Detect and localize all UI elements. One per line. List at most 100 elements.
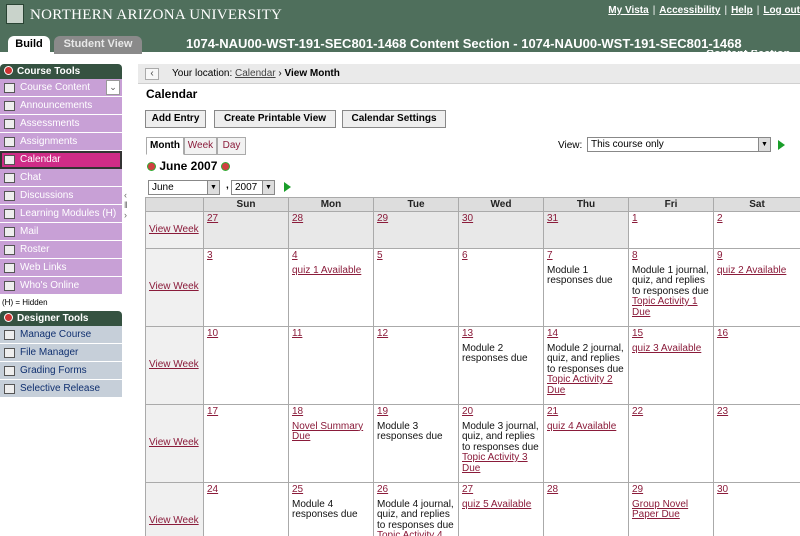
- view-week-link[interactable]: View Week: [149, 437, 199, 449]
- breadcrumb-calendar-link[interactable]: Calendar: [235, 68, 276, 79]
- year-select-value: 2007: [235, 182, 258, 193]
- day-number-link[interactable]: 16: [717, 328, 797, 340]
- calendar-day-cell: 13 Module 2 responses due: [458, 326, 544, 405]
- day-number-link[interactable]: 10: [207, 328, 285, 340]
- view-week-link[interactable]: View Week: [149, 515, 199, 527]
- calendar-event-link[interactable]: quiz 4 Available: [547, 421, 625, 433]
- day-number-link[interactable]: 27: [207, 213, 285, 225]
- my-vista-link[interactable]: My Vista: [608, 5, 648, 16]
- day-number-link[interactable]: 26: [377, 484, 455, 496]
- sidebar-item-web-links[interactable]: Web Links: [0, 259, 122, 277]
- sidebar-item-announcements[interactable]: Announcements: [0, 97, 122, 115]
- day-number-link[interactable]: 22: [632, 406, 710, 418]
- day-number-link[interactable]: 12: [377, 328, 455, 340]
- calendar-event-link[interactable]: quiz 5 Available: [462, 499, 540, 511]
- add-entry-button[interactable]: Add Entry: [145, 110, 206, 128]
- view-week-link[interactable]: View Week: [149, 281, 199, 293]
- view-filter-select[interactable]: This course only ▼: [587, 137, 771, 152]
- calendar-event-link[interactable]: Topic Activity 4: [377, 530, 455, 536]
- day-number-link[interactable]: 29: [632, 484, 710, 496]
- day-number-link[interactable]: 1: [632, 213, 710, 225]
- day-number-link[interactable]: 5: [377, 250, 455, 262]
- month-select[interactable]: June ▼: [148, 180, 220, 195]
- day-number-link[interactable]: 7: [547, 250, 625, 262]
- calendar-event-link[interactable]: Novel Summary Due: [292, 421, 370, 443]
- calendar-day-cell: 23: [713, 404, 800, 483]
- designer-tools-header[interactable]: Designer Tools: [0, 311, 122, 326]
- sidebar-item-assignments[interactable]: Assignments: [0, 133, 122, 151]
- sidebar-item-assessments[interactable]: Assessments: [0, 115, 122, 133]
- month-calendar: Sun Mon Tue Wed Thu Fri Sat View Week 27 28 29 30 3…: [145, 197, 800, 536]
- calendar-event-link[interactable]: quiz 1 Available: [292, 265, 370, 277]
- day-number-link[interactable]: 4: [292, 250, 370, 262]
- tab-student-view[interactable]: Student View: [54, 36, 142, 54]
- view-week-link[interactable]: View Week: [149, 224, 199, 235]
- year-select[interactable]: 2007 ▼: [231, 180, 275, 195]
- printable-view-button[interactable]: Create Printable View: [214, 110, 336, 128]
- day-number-link[interactable]: 29: [377, 213, 455, 225]
- sidebar-item-calendar[interactable]: Calendar: [0, 151, 122, 169]
- tab-week[interactable]: Week: [184, 137, 217, 155]
- sidebar-item-roster[interactable]: Roster: [0, 241, 122, 259]
- sidebar-item-chat[interactable]: Chat: [0, 169, 122, 187]
- day-number-link[interactable]: 25: [292, 484, 370, 496]
- chevron-down-icon[interactable]: ⌄: [106, 80, 120, 95]
- day-number-link[interactable]: 18: [292, 406, 370, 418]
- day-number-link[interactable]: 19: [377, 406, 455, 418]
- day-number-link[interactable]: 30: [462, 213, 540, 225]
- tab-day[interactable]: Day: [217, 137, 246, 155]
- calendar-event-text: Module 2 responses due: [462, 342, 528, 364]
- help-link[interactable]: Help: [731, 5, 753, 16]
- day-number-link[interactable]: 27: [462, 484, 540, 496]
- sidebar-item-grading-forms[interactable]: Grading Forms: [0, 362, 122, 380]
- calendar-event-link[interactable]: Topic Activity 1 Due: [632, 296, 710, 318]
- day-number-link[interactable]: 17: [207, 406, 285, 418]
- log-out-link[interactable]: Log out: [763, 5, 800, 16]
- calendar-event-link[interactable]: Topic Activity 2 Due: [547, 374, 625, 396]
- tab-month[interactable]: Month: [146, 137, 184, 155]
- accessibility-link[interactable]: Accessibility: [659, 5, 720, 16]
- day-number-link[interactable]: 13: [462, 328, 540, 340]
- course-tools-header[interactable]: Course Tools: [0, 64, 122, 79]
- sidebar-collapse-handle[interactable]: ‹ ‖ ›: [124, 190, 132, 230]
- day-number-link[interactable]: 31: [547, 213, 625, 225]
- go-arrow-icon[interactable]: [778, 140, 785, 150]
- day-number-link[interactable]: 24: [207, 484, 285, 496]
- view-week-link[interactable]: View Week: [149, 359, 199, 371]
- day-number-link[interactable]: 30: [717, 484, 797, 496]
- calendar-event-link[interactable]: Group Novel Paper Due: [632, 499, 710, 521]
- previous-month-icon[interactable]: [147, 162, 156, 171]
- day-number-link[interactable]: 11: [292, 328, 370, 340]
- sidebar-item-discussions[interactable]: Discussions: [0, 187, 122, 205]
- day-number-link[interactable]: 21: [547, 406, 625, 418]
- calendar-event-link[interactable]: quiz 2 Available: [717, 265, 797, 277]
- sidebar-item-learning-modules-h[interactable]: Learning Modules (H): [0, 205, 122, 223]
- day-number-link[interactable]: 28: [292, 213, 370, 225]
- breadcrumb-prefix: Your location:: [172, 68, 233, 79]
- calendar-event-text: Module 1 journal, quiz, and replies to r…: [632, 264, 709, 297]
- day-number-link[interactable]: 15: [632, 328, 710, 340]
- sidebar-item-file-manager[interactable]: File Manager: [0, 344, 122, 362]
- calendar-event-link[interactable]: quiz 3 Available: [632, 343, 710, 355]
- tab-build[interactable]: Build: [8, 36, 50, 54]
- day-number-link[interactable]: 3: [207, 250, 285, 262]
- day-number-link[interactable]: 8: [632, 250, 710, 262]
- hidden-legend: (H) = Hidden: [2, 298, 48, 307]
- day-number-link[interactable]: 28: [547, 484, 625, 496]
- day-number-link[interactable]: 6: [462, 250, 540, 262]
- go-arrow-icon[interactable]: [284, 182, 291, 192]
- sidebar-item-course-content[interactable]: Course Content ⌄: [0, 79, 122, 97]
- sidebar-item-selective-release[interactable]: Selective Release: [0, 380, 122, 398]
- day-number-link[interactable]: 23: [717, 406, 797, 418]
- next-month-icon[interactable]: [220, 162, 230, 171]
- calendar-event-link[interactable]: Topic Activity 3 Due: [462, 452, 540, 474]
- sidebar-item-mail[interactable]: Mail: [0, 223, 122, 241]
- day-number-link[interactable]: 14: [547, 328, 625, 340]
- back-icon[interactable]: ‹: [145, 68, 159, 80]
- sidebar-item-who-s-online[interactable]: Who's Online: [0, 277, 122, 295]
- sidebar-item-manage-course[interactable]: Manage Course: [0, 326, 122, 344]
- day-number-link[interactable]: 20: [462, 406, 540, 418]
- day-number-link[interactable]: 2: [717, 213, 797, 225]
- day-number-link[interactable]: 9: [717, 250, 797, 262]
- calendar-settings-button[interactable]: Calendar Settings: [342, 110, 446, 128]
